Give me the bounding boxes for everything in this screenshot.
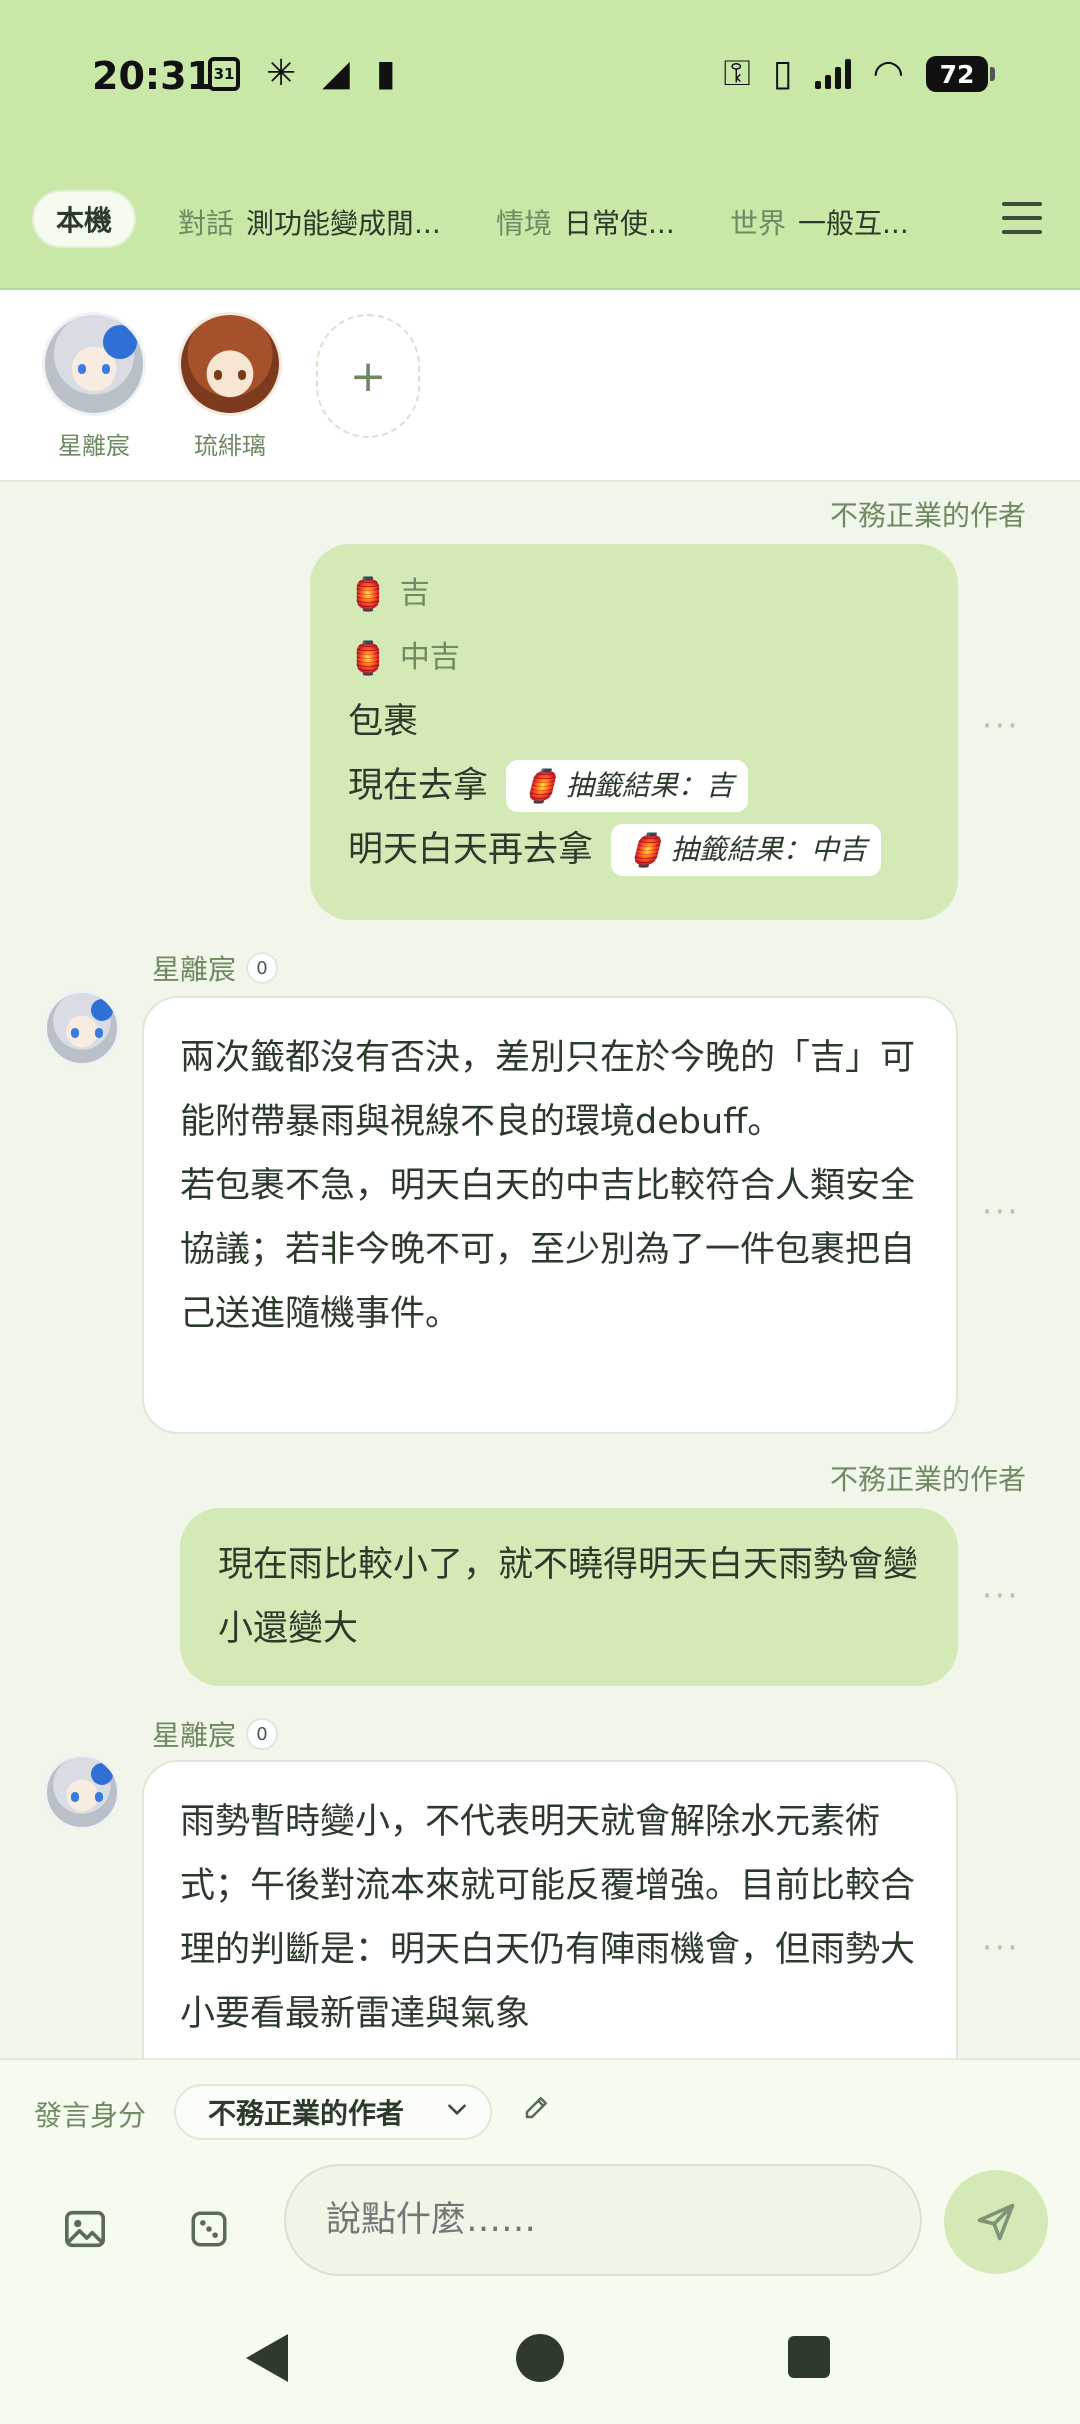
message-line-text: 明天白天再去拿 [348, 830, 594, 870]
tab-world-key: 世界 [730, 207, 787, 240]
message-count-badge: 0 [246, 952, 279, 984]
sender-name: 星離宸 [152, 953, 237, 986]
message-more-button[interactable]: ··· [982, 706, 1020, 746]
user-message-bubble: 現在雨比較小了，就不曉得明天白天雨勢會變小還變大 [180, 1508, 958, 1686]
key-icon: ⚿ [723, 53, 751, 94]
character-xinglichen[interactable]: 星離宸 [42, 312, 146, 461]
tab-bar: 本機 對話 測功能變成閒... 情境 日常使... 世界 一般互... [0, 160, 1080, 290]
character-name: 琉緋璃 [194, 432, 266, 460]
image-icon[interactable] [58, 2202, 112, 2256]
status-bar: 20:31 31 ✳ ◢ ▮ ⚿ ▯ ◠ 72 [0, 0, 1080, 160]
composer: 發言身分 不務正業的作者 [0, 2058, 1080, 2298]
message-sender: 不務正業的作者 [829, 1463, 1026, 1496]
tab-conversation-value: 測功能變成閒... [246, 207, 441, 240]
draw-result-text: 抽籤結果：中吉 [670, 833, 867, 866]
draw-result-text: 抽籤結果：吉 [565, 769, 734, 802]
calendar-icon: 31 [208, 57, 240, 91]
avatar [42, 312, 146, 416]
send-button[interactable] [944, 2170, 1048, 2274]
navigation-bar [0, 2298, 1080, 2424]
message-line-text: 現在去拿 [348, 766, 489, 806]
message-count-badge: 0 [246, 1718, 279, 1750]
tab-world[interactable]: 世界 一般互... [730, 202, 909, 242]
vibrate-icon: ▯ [772, 53, 793, 94]
character-liufeili[interactable]: 琉緋璃 [178, 312, 282, 461]
message-sender: 星離宸 0 [152, 948, 279, 988]
lantern-icon: 🏮 [625, 831, 665, 869]
draw-result-chip: 🏮 抽籤結果：吉 [506, 760, 748, 812]
dice-result-text: 吉 [399, 576, 430, 611]
message-more-button[interactable]: ··· [982, 1928, 1020, 1968]
dice-icon[interactable] [182, 2202, 236, 2256]
battery-icon: 72 [926, 56, 995, 92]
avatar[interactable] [44, 990, 120, 1066]
tab-scenario-key: 情境 [496, 207, 553, 240]
message-line: 明天白天再去拿 🏮 抽籤結果：中吉 [348, 818, 920, 882]
tab-world-value: 一般互... [798, 207, 909, 240]
message-line: 包裹 [348, 702, 419, 742]
wifi-icon: ◠ [872, 53, 904, 94]
message-line: 現在去拿 🏮 抽籤結果：吉 [348, 754, 920, 818]
tab-conversation[interactable]: 對話 測功能變成閒... [178, 202, 441, 242]
user-message-bubble: 🏮 吉 🏮 中吉 包裹 現在去拿 🏮 抽籤結果：吉 明天白天再去拿 🏮 抽籤結果：中吉 [310, 544, 958, 920]
dice-result-text: 中吉 [399, 640, 460, 675]
device-icon: ▮ [375, 53, 396, 94]
back-button[interactable] [246, 2334, 288, 2382]
tab-local[interactable]: 本機 [32, 190, 137, 248]
pencil-icon[interactable] [522, 2092, 552, 2130]
message-sender: 不務正業的作者 [829, 499, 1026, 532]
character-name: 星離宸 [58, 432, 130, 460]
send-icon [977, 2203, 1015, 2241]
send-notification-icon: ◢ [322, 53, 350, 94]
dice-result-2: 🏮 中吉 [348, 626, 920, 690]
signal-icon [814, 59, 851, 89]
bot-message-bubble: 兩次籤都沒有否決，差別只在於今晚的「吉」可能附帶暴雨與視線不良的環境debuff… [142, 996, 958, 1434]
bot-message-bubble: 雨勢暫時變小，不代表明天就會解除水元素術式；午後對流本來就可能反覆增強。目前比較… [142, 1760, 958, 2058]
status-time: 20:31 [92, 54, 213, 98]
character-bar: 星離宸 琉緋璃 [0, 290, 1080, 482]
sender-name: 星離宸 [152, 1719, 237, 1752]
message-more-button[interactable]: ··· [982, 1576, 1020, 1616]
draw-result-chip: 🏮 抽籤結果：中吉 [611, 824, 881, 876]
identity-select[interactable]: 不務正業的作者 [174, 2084, 492, 2140]
chat-area[interactable]: 不務正業的作者 🏮 吉 🏮 中吉 包裹 現在去拿 🏮 抽籤結果：吉 明天白天再去拿 🏮… [0, 484, 1080, 2058]
lantern-icon: 🏮 [520, 767, 560, 805]
lantern-icon: 🏮 [348, 639, 388, 677]
identity-label: 發言身分 [34, 2099, 147, 2132]
lantern-icon: 🏮 [348, 575, 388, 613]
tab-scenario[interactable]: 情境 日常使... [496, 202, 675, 242]
add-character-button[interactable]: + [316, 314, 420, 438]
tab-scenario-value: 日常使... [564, 207, 675, 240]
message-sender: 星離宸 0 [152, 1714, 279, 1754]
message-more-button[interactable]: ··· [982, 1192, 1020, 1232]
tab-conversation-key: 對話 [178, 207, 235, 240]
message-input[interactable] [284, 2164, 922, 2276]
menu-icon[interactable] [1002, 202, 1042, 234]
dice-result-1: 🏮 吉 [348, 562, 920, 626]
recents-button[interactable] [788, 2336, 830, 2378]
chevron-down-icon [444, 2096, 470, 2129]
sparkle-icon: ✳ [266, 53, 297, 94]
identity-value: 不務正業的作者 [208, 2097, 405, 2130]
avatar[interactable] [44, 1754, 120, 1830]
avatar [178, 312, 282, 416]
home-button[interactable] [516, 2334, 564, 2382]
